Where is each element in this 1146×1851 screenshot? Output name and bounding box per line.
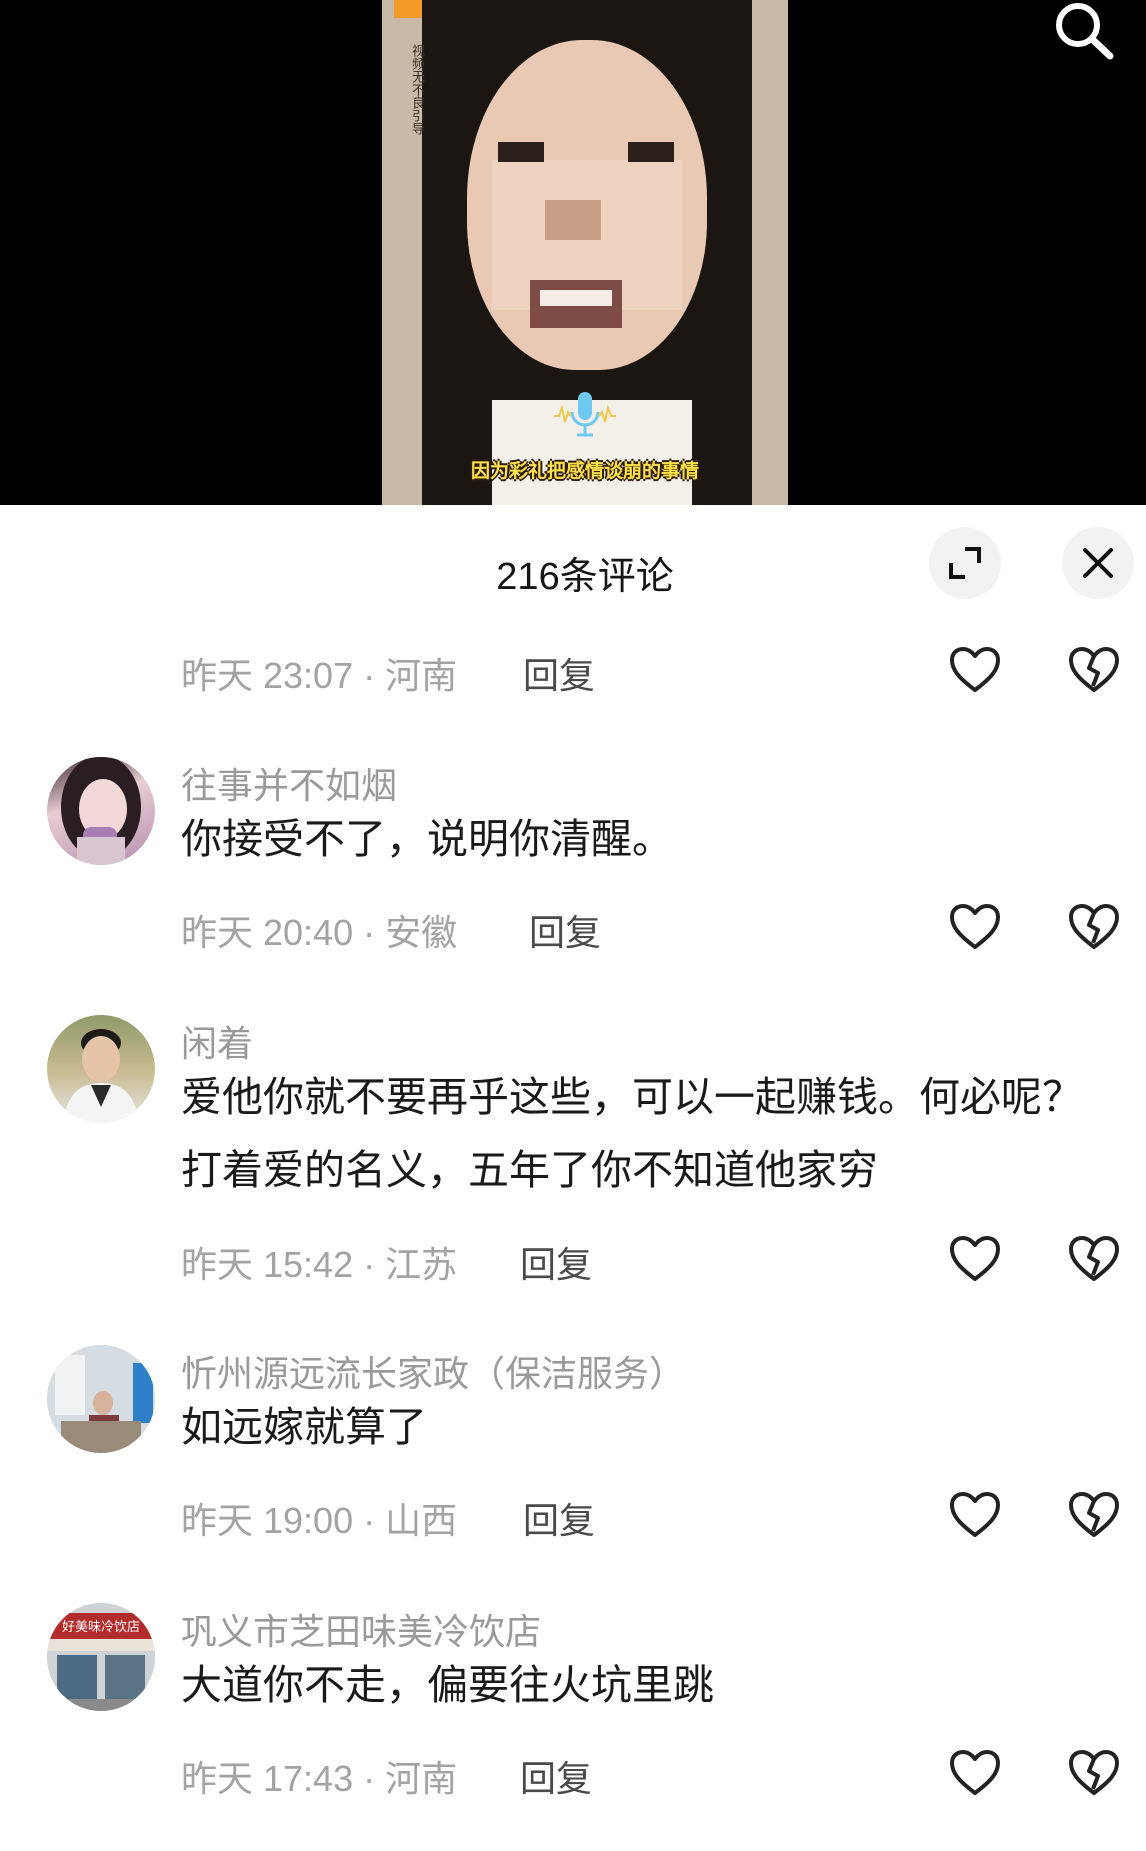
broken-heart-icon[interactable]	[1068, 1749, 1120, 1797]
comment-username[interactable]: 往事并不如烟	[181, 757, 397, 809]
heart-icon[interactable]	[949, 1235, 1001, 1283]
expand-button[interactable]	[929, 527, 1001, 599]
video-subtitle: 因为彩礼把感情谈崩的事情	[470, 460, 699, 482]
heart-icon[interactable]	[949, 646, 1001, 694]
avatar[interactable]	[47, 1345, 155, 1453]
comment-content: 大道你不走，偏要往火坑里跳	[181, 1662, 714, 1708]
avatar-image	[63, 1029, 139, 1123]
reply-button[interactable]: 回复	[529, 904, 601, 956]
broken-heart-icon[interactable]	[1068, 903, 1120, 951]
video-frame[interactable]: 视频无不良引导 因为彩礼把感情谈崩的事情	[382, 0, 788, 505]
left-eye	[498, 142, 544, 162]
heart-icon[interactable]	[949, 903, 1001, 951]
comment-time-location: 昨天 23:07 · 河南	[181, 655, 458, 696]
close-button[interactable]	[1062, 527, 1134, 599]
comment-content: 爱他你就不要再乎这些，可以一起赚钱。何必呢？打着爱的名义，五年了你不知道他家穷	[181, 1074, 1083, 1193]
nose	[545, 200, 601, 240]
comment-time-location: 昨天 20:40 · 安徽	[181, 912, 458, 953]
avatar[interactable]: 好美味冷饮店	[47, 1603, 155, 1711]
video-vertical-note: 视频无不良引导	[409, 44, 424, 135]
comment-time-location: 昨天 15:42 · 江苏	[181, 1244, 458, 1285]
comment-username[interactable]: 闲着	[181, 1015, 253, 1067]
teeth	[540, 290, 612, 306]
broken-heart-icon[interactable]	[1068, 646, 1120, 694]
comments-sheet: 216条评论 昨天 23:07 · 河南 回复 往事并不如烟 你接受不了，说明你…	[0, 505, 1146, 1851]
comment-content: 你接受不了，说明你清醒。	[181, 816, 673, 862]
broken-heart-icon[interactable]	[1068, 1235, 1120, 1283]
avatar-image	[47, 1345, 155, 1453]
right-eye	[628, 142, 674, 162]
broken-heart-icon[interactable]	[1068, 1491, 1120, 1539]
expand-icon	[949, 547, 981, 579]
avatar-sign-text: 好美味冷饮店	[61, 1620, 140, 1635]
search-icon[interactable]	[1050, 0, 1120, 62]
comment-time-location: 昨天 17:43 · 河南	[181, 1758, 458, 1799]
heart-icon[interactable]	[949, 1749, 1001, 1797]
comment-username[interactable]: 忻州源远流长家政（保洁服务）	[181, 1345, 685, 1397]
microphone-icon	[554, 392, 616, 437]
reply-button[interactable]: 回复	[520, 1236, 592, 1288]
avatar[interactable]	[47, 1015, 155, 1123]
reply-button[interactable]: 回复	[520, 1750, 592, 1802]
reply-button[interactable]: 回复	[523, 1492, 595, 1544]
reply-button[interactable]: 回复	[523, 647, 595, 699]
video-player[interactable]: 视频无不良引导 因为彩礼把感情谈崩的事情	[0, 0, 1146, 505]
comment-content: 如远嫁就算了	[181, 1404, 427, 1450]
comment-username[interactable]: 巩义市芝田味美冷饮店	[181, 1603, 541, 1655]
avatar[interactable]	[47, 757, 155, 865]
close-icon	[1083, 548, 1113, 578]
heart-icon[interactable]	[949, 1491, 1001, 1539]
comment-time-location: 昨天 19:00 · 山西	[181, 1500, 458, 1541]
avatar-image	[61, 757, 141, 865]
